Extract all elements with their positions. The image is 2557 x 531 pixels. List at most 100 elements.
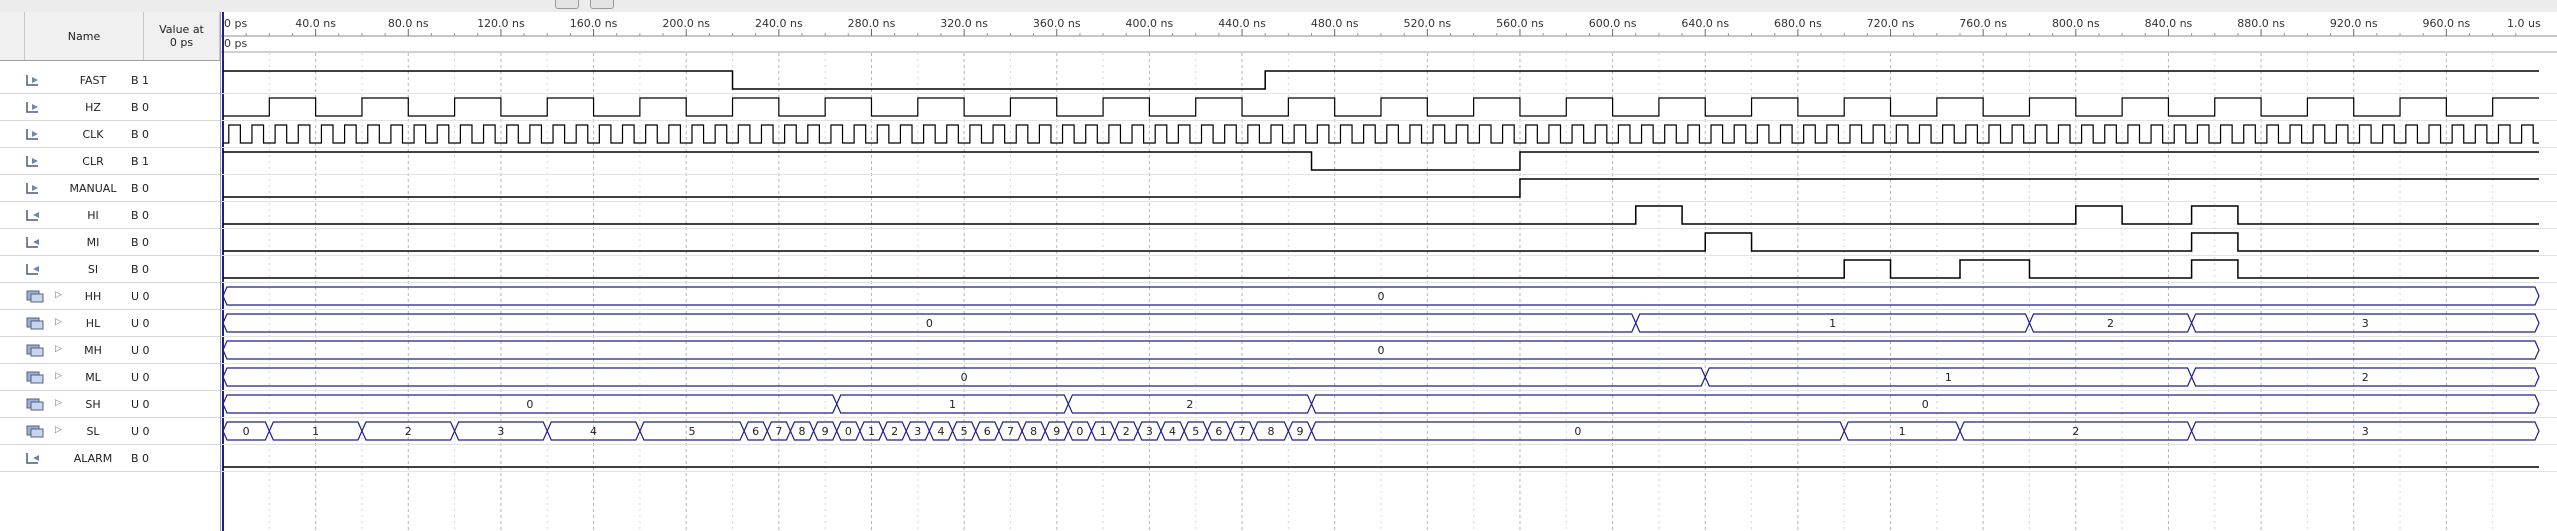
- ruler-tick-label: 800.0 ns: [2052, 17, 2100, 30]
- ruler-tick-label: 960.0 ns: [2423, 17, 2471, 30]
- waveform-pane[interactable]: 0 ps 0 ps 1.0 us 40.0 ns 80.0 ns 120.0 ns 160.…: [221, 12, 2557, 531]
- signal-row-alarm[interactable]: ALARM B 0: [0, 445, 220, 472]
- bus-value-label: 1: [312, 425, 319, 438]
- output-pin-icon: [26, 236, 44, 249]
- ruler-tick-label: 520.0 ns: [1403, 17, 1451, 30]
- signal-value: U 0: [131, 371, 150, 384]
- ruler-tick-label: 240.0 ns: [755, 17, 803, 30]
- waveform-clk[interactable]: [223, 124, 2539, 144]
- bus-value-label: 4: [590, 425, 597, 438]
- expand-arrow-icon[interactable]: ▷: [55, 290, 62, 300]
- signal-value: B 0: [131, 209, 150, 222]
- signal-row-sh[interactable]: ▷ SH U 0: [0, 391, 220, 418]
- bus-value-label: 0: [1574, 425, 1581, 438]
- bus-value-label: 2: [405, 425, 412, 438]
- name-column-header[interactable]: Name: [25, 12, 144, 60]
- signal-row-sl[interactable]: ▷ SL U 0: [0, 418, 220, 445]
- bus-value-label: 0: [1378, 344, 1385, 357]
- bus-group-icon: [26, 290, 44, 303]
- signal-row-hh[interactable]: ▷ HH U 0: [0, 283, 220, 310]
- ruler-tick-label: 160.0 ns: [570, 17, 618, 30]
- output-pin-icon: [26, 209, 44, 222]
- expand-arrow-icon[interactable]: ▷: [55, 344, 62, 354]
- ruler-tick-label: 280.0 ns: [848, 17, 896, 30]
- bus-value-label: 8: [1030, 425, 1037, 438]
- waveform-mi[interactable]: [223, 232, 2539, 252]
- bus-value-label: 7: [1239, 425, 1246, 438]
- signal-name: SI: [87, 263, 99, 276]
- signal-value: B 1: [131, 74, 150, 87]
- signal-row-hi[interactable]: HI B 0: [0, 202, 220, 229]
- signal-row-clk[interactable]: CLK B 0: [0, 121, 220, 148]
- waveform-fast[interactable]: [223, 70, 2539, 90]
- signal-name: CLR: [82, 155, 104, 168]
- signal-row-ml[interactable]: ▷ ML U 0: [0, 364, 220, 391]
- expand-arrow-icon[interactable]: ▷: [55, 317, 62, 327]
- signal-name: ML: [85, 371, 101, 384]
- value-column-time: 0 ps: [169, 36, 194, 49]
- expand-arrow-icon[interactable]: ▷: [55, 398, 62, 408]
- value-column-header[interactable]: Value at 0 ps: [144, 12, 220, 60]
- bus-group-icon: [26, 344, 44, 357]
- waveform-mh[interactable]: 0: [222, 340, 2540, 360]
- signal-row-si[interactable]: SI B 0: [0, 256, 220, 283]
- signal-row-mh[interactable]: ▷ MH U 0: [0, 337, 220, 364]
- ruler-tick-label: 400.0 ns: [1126, 17, 1174, 30]
- signal-name: HL: [85, 317, 101, 330]
- signal-trace: [223, 97, 2539, 117]
- signal-value: B 0: [131, 101, 150, 114]
- bus-value-label: 1: [949, 398, 956, 411]
- bus-value-label: 2: [1186, 398, 1193, 411]
- ruler-tick-label: 560.0 ns: [1496, 17, 1544, 30]
- bus-group-icon: [26, 371, 44, 384]
- signal-value: U 0: [131, 290, 150, 303]
- expand-arrow-icon[interactable]: ▷: [55, 371, 62, 381]
- bus-value-label: 1: [1945, 371, 1952, 384]
- signal-name: HZ: [85, 101, 101, 114]
- bus-group-icon: [26, 425, 44, 438]
- waveform-hh[interactable]: 0: [222, 286, 2540, 306]
- bus-value-label: 3: [1146, 425, 1153, 438]
- bus-value-label: 1: [1829, 317, 1836, 330]
- bus-value-label: 1: [1100, 425, 1107, 438]
- bus-value-label: 3: [497, 425, 504, 438]
- signal-row-hl[interactable]: ▷ HL U 0: [0, 310, 220, 337]
- bus-value-label: 9: [1296, 425, 1303, 438]
- bus-value-label: 0: [961, 371, 968, 384]
- signal-row-fast[interactable]: FAST B 1: [0, 67, 220, 94]
- bus-value-label: 8: [1267, 425, 1274, 438]
- ruler-tick-label: 920.0 ns: [2330, 17, 2378, 30]
- signal-row-clr[interactable]: CLR B 1: [0, 148, 220, 175]
- signal-value: B 0: [131, 182, 150, 195]
- signal-name: HH: [84, 290, 102, 303]
- ruler-tick-label: 720.0 ns: [1867, 17, 1915, 30]
- waveform-canvas[interactable]: 0 ps 0 ps 1.0 us 40.0 ns 80.0 ns 120.0 ns 160.…: [221, 12, 2557, 531]
- bus-value-label: 1: [868, 425, 875, 438]
- toolbar-button[interactable]: [555, 0, 579, 9]
- signal-value: B 0: [131, 263, 150, 276]
- signal-row-manual[interactable]: MANUAL B 0: [0, 175, 220, 202]
- cursor-time-label: 0 ps: [224, 37, 247, 50]
- waveform-hz[interactable]: [223, 97, 2539, 117]
- toolbar-button[interactable]: [590, 0, 614, 9]
- ruler-end-label: 1.0 us: [2507, 17, 2541, 30]
- ruler-tick-label: 880.0 ns: [2237, 17, 2285, 30]
- output-pin-icon: [26, 452, 44, 465]
- ruler-tick-label: 760.0 ns: [1959, 17, 2007, 30]
- signal-value: B 0: [131, 236, 150, 249]
- ruler-tick-label: 80.0 ns: [388, 17, 429, 30]
- signal-row-hz[interactable]: HZ B 0: [0, 94, 220, 121]
- bus-value-label: 0: [1076, 425, 1083, 438]
- bus-value-label: 2: [891, 425, 898, 438]
- ruler-tick-label: 440.0 ns: [1218, 17, 1266, 30]
- waveform-sh[interactable]: 0 1 2 0: [222, 394, 2540, 414]
- ruler-start-label: 0 ps: [224, 17, 247, 30]
- bus-value-label: 7: [775, 425, 782, 438]
- bus-value-label: 0: [845, 425, 852, 438]
- signal-value: B 0: [131, 128, 150, 141]
- waveform-manual[interactable]: [223, 178, 2539, 198]
- input-pin-icon: [26, 101, 44, 114]
- expand-arrow-icon[interactable]: ▷: [55, 425, 62, 435]
- signal-row-mi[interactable]: MI B 0: [0, 229, 220, 256]
- ruler-tick-label: 200.0 ns: [662, 17, 710, 30]
